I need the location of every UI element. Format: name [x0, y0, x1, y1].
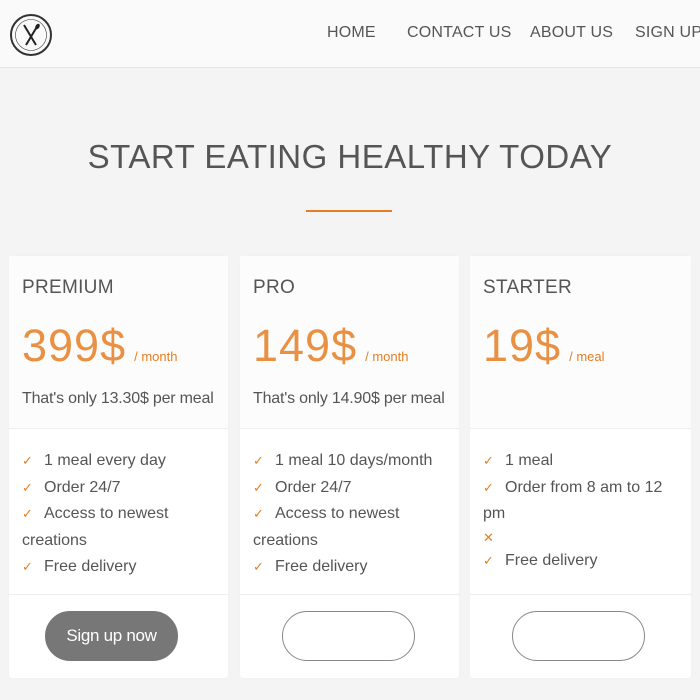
check-icon: ✓ — [22, 506, 33, 521]
plan-period: / meal — [569, 349, 605, 364]
plan-name: STARTER — [483, 277, 573, 298]
plan-price: 399$ — [22, 320, 127, 371]
check-icon: ✓ — [483, 479, 494, 495]
feature-item: ✓ Free delivery — [483, 548, 683, 575]
feature-item: ✓ 1 meal every day — [22, 448, 222, 475]
check-icon: ✓ — [253, 453, 264, 468]
check-icon: ✓ — [483, 552, 494, 568]
price-row: 149$ / month — [253, 320, 408, 372]
feature-item: ✓ Order 24/7 — [253, 475, 453, 502]
plan-card-header: STARTER 19$ / meal — [470, 256, 691, 429]
feature-item: ✓ 1 meal — [483, 448, 683, 475]
feature-item: ✓ Access to newest creations — [253, 501, 453, 554]
check-icon: ✓ — [22, 453, 33, 468]
check-icon: ✓ — [253, 479, 264, 495]
feature-item: ✓ 1 meal 10 days/month — [253, 448, 453, 475]
feature-list: ✓ 1 meal 10 days/month ✓ Order 24/7 ✓ Acces… — [253, 448, 453, 581]
nav-contact-link[interactable]: CONTACT US — [407, 24, 512, 42]
price-row: 19$ / meal — [483, 320, 605, 372]
feature-item: ✓ Free delivery — [253, 554, 453, 581]
plan-card-premium: PREMIUM 399$ / month That's only 13.30$ p… — [9, 256, 228, 678]
price-row: 399$ / month — [22, 320, 177, 372]
check-icon: ✓ — [253, 559, 264, 574]
plan-period: / month — [134, 349, 178, 364]
per-meal-note: That's only 13.30$ per meal — [22, 390, 214, 407]
feature-text: 1 meal every day — [44, 452, 166, 469]
per-meal-note: That's only 14.90$ per meal — [253, 390, 445, 407]
feature-item: ✓ Order from 8 am to 12 pm — [483, 475, 683, 528]
feature-text: Free delivery — [275, 558, 368, 575]
pro-plan-button[interactable] — [282, 611, 415, 661]
check-icon: ✓ — [483, 453, 494, 468]
starter-plan-button[interactable] — [512, 611, 645, 661]
feature-text: Order 24/7 — [275, 478, 352, 496]
check-icon: ✓ — [253, 506, 264, 521]
card-divider — [470, 594, 691, 595]
plan-card-header: PREMIUM 399$ / month That's only 13.30$ p… — [9, 256, 228, 429]
sign-up-now-button[interactable]: Sign up now — [45, 611, 178, 661]
feature-item: ✓ Free delivery — [22, 554, 222, 581]
check-icon: ✓ — [22, 479, 33, 495]
check-icon: ✓ — [22, 559, 33, 574]
plan-name: PREMIUM — [22, 277, 114, 298]
nav-home-link[interactable]: HOME — [327, 24, 376, 42]
feature-text: Order from 8 am to 12 pm — [483, 478, 663, 523]
feature-text: 1 meal — [505, 452, 554, 469]
top-navigation-bar: HOME CONTACT US ABOUT US SIGN UP — [0, 0, 700, 68]
plan-name: PRO — [253, 277, 296, 298]
nav-about-link[interactable]: ABOUT US — [530, 24, 613, 42]
feature-list: ✓ 1 meal every day ✓ Order 24/7 ✓ Access to… — [22, 448, 222, 581]
nav-signup-link[interactable]: SIGN UP — [635, 24, 700, 42]
plan-price: 149$ — [253, 320, 358, 371]
feature-list: ✓ 1 meal ✓ Order from 8 am to 12 pm ✕ ✓ Fre… — [483, 448, 683, 574]
restaurant-logo-icon[interactable] — [9, 9, 53, 61]
plan-card-starter: STARTER 19$ / meal ✓ 1 meal ✓ Order from 8 … — [470, 256, 691, 678]
plan-price: 19$ — [483, 320, 562, 371]
feature-item: ✓ Order 24/7 — [22, 475, 222, 502]
title-underline — [306, 210, 392, 212]
card-divider — [9, 594, 228, 595]
feature-text: 1 meal 10 days/month — [275, 452, 433, 469]
card-divider — [240, 594, 459, 595]
feature-item: ✓ Access to newest creations — [22, 501, 222, 554]
feature-text: Free delivery — [505, 551, 598, 569]
feature-text: Order 24/7 — [44, 478, 121, 496]
plan-card-pro: PRO 149$ / month That's only 14.90$ per m… — [240, 256, 459, 678]
section-title: START EATING HEALTHY TODAY — [87, 138, 613, 175]
feature-item: ✕ — [483, 528, 683, 548]
feature-text: Free delivery — [44, 558, 137, 575]
plan-card-header: PRO 149$ / month That's only 14.90$ per m… — [240, 256, 459, 429]
plan-period: / month — [365, 349, 409, 364]
cross-icon: ✕ — [483, 529, 494, 545]
